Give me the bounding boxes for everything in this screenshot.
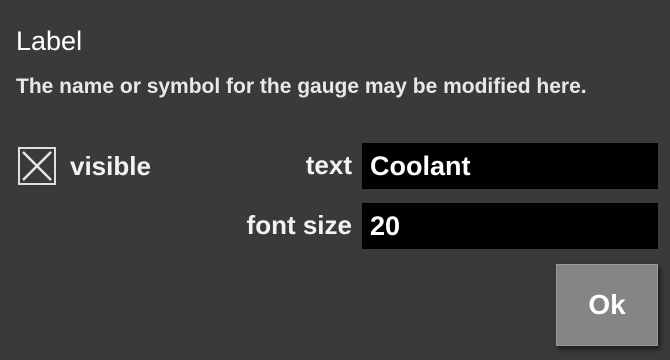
dialog-description: The name or symbol for the gauge may be … xyxy=(16,75,587,98)
label-dialog: Label The name or symbol for the gauge m… xyxy=(0,0,670,360)
visible-checkbox[interactable] xyxy=(18,147,56,185)
ok-button[interactable]: Ok xyxy=(556,264,658,346)
visible-label: visible xyxy=(70,150,151,181)
font-size-input[interactable] xyxy=(362,203,658,249)
dialog-title: Label xyxy=(16,26,83,56)
text-input[interactable] xyxy=(362,143,658,189)
visible-option: visible xyxy=(18,146,151,186)
x-mark-icon xyxy=(22,151,52,181)
font-size-field-label: font size xyxy=(246,210,352,240)
text-field-label: text xyxy=(305,150,352,180)
